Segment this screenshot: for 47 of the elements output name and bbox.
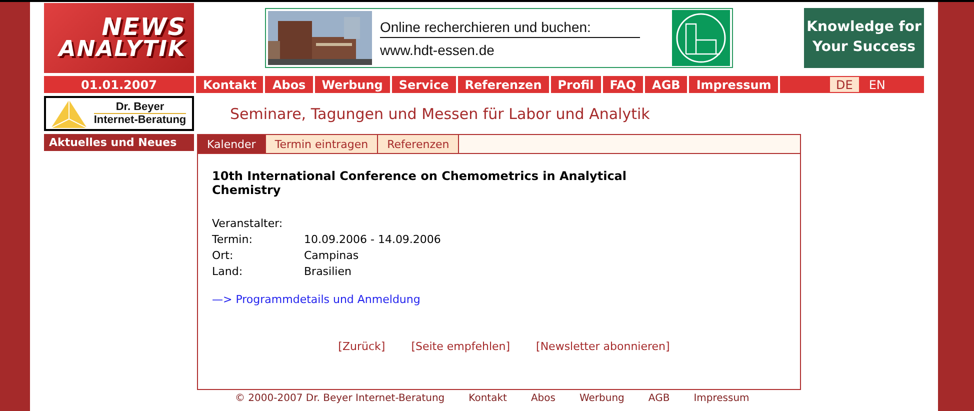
detail-value: Brasilien (304, 264, 352, 278)
action-link[interactable]: [Newsletter abonnieren] (536, 340, 670, 353)
building-logo-icon (672, 10, 730, 66)
language-link[interactable]: DE (830, 77, 859, 92)
nav-link[interactable]: FAQ (602, 76, 646, 93)
footer-link[interactable]: Kontakt (468, 393, 507, 404)
tab[interactable]: Referenzen (378, 135, 460, 153)
current-date: 01.01.2007 (44, 76, 194, 93)
banner-headline: Online recherchieren und buchen: (380, 18, 640, 38)
detail-value: 10.09.2006 - 14.09.2006 (304, 232, 442, 246)
copyright-text: © 2000-2007 Dr. Beyer Internet-Beratung (235, 393, 445, 404)
banner-url: www.hdt-essen.de (380, 42, 496, 58)
nav-link[interactable]: Profil (550, 76, 603, 93)
nav-link[interactable]: Impressum (689, 76, 780, 93)
detail-label: Veranstalter: (212, 216, 284, 230)
detail-label: Land: (212, 264, 244, 278)
nav-link[interactable]: Kontakt (196, 76, 266, 93)
news-logo[interactable]: NEWS ANALYTIK (44, 3, 194, 73)
nav-link[interactable]: AGB (645, 76, 690, 93)
tab[interactable]: Termin eintragen (266, 135, 378, 153)
sponsor-name: Dr. Beyer (116, 101, 164, 113)
nav-link[interactable]: Service (392, 76, 458, 93)
logo-text: NEWS (102, 15, 186, 39)
ad-banner[interactable]: Online recherchieren und buchen: www.hdt-essen.de (265, 8, 733, 68)
footer-link[interactable]: Abos (530, 393, 556, 404)
pyramid-icon (50, 98, 88, 128)
action-link[interactable]: [Zurück] (338, 340, 386, 353)
sponsor-logo[interactable]: Dr. Beyer Internet-Beratung (44, 96, 194, 131)
detail-value: Campinas (304, 248, 360, 262)
footer-link[interactable]: AGB (648, 393, 670, 404)
slogan-banner[interactable]: Knowledge for Your Success (804, 8, 924, 68)
detail-label: Ort: (212, 248, 234, 262)
page-heading: Seminare, Tagungen und Messen für Labor und Analytik (230, 105, 650, 125)
tab[interactable]: Kalender (198, 135, 266, 153)
sidebar-heading[interactable]: Aktuelles und Neues (44, 134, 194, 151)
nav-link[interactable]: Abos (265, 76, 315, 93)
action-link[interactable]: [Seite empfehlen] (411, 340, 510, 353)
footer-link[interactable]: Werbung (579, 393, 624, 404)
event-title: 10th International Conference on Chemometrics in Analytical Chemistry (212, 170, 628, 198)
logo-text: ANALYTIK (58, 39, 186, 61)
program-link[interactable]: —> Programmdetails und Anmeldung (212, 292, 786, 306)
footer-link[interactable]: Impressum (694, 393, 750, 404)
language-link[interactable]: EN (862, 77, 892, 92)
sponsor-tagline: Internet-Beratung (94, 113, 186, 126)
nav-link[interactable]: Werbung (314, 76, 392, 93)
nav-link[interactable]: Referenzen (458, 76, 551, 93)
detail-label: Termin: (212, 232, 254, 246)
